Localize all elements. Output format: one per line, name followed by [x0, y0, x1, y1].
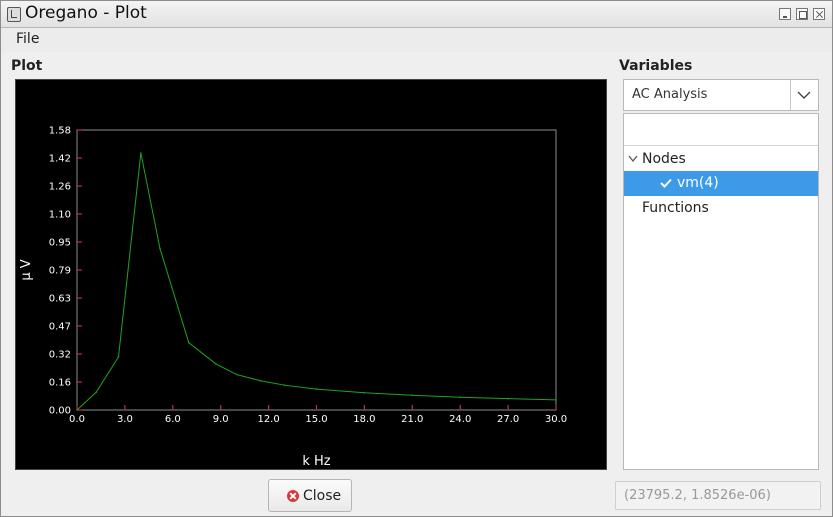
- tree-item-nodes[interactable]: Nodes: [624, 147, 818, 172]
- series-point: [363, 392, 366, 394]
- x-tick-label: 24.0: [449, 414, 471, 425]
- close-button[interactable]: Close: [268, 479, 352, 512]
- series-point: [507, 397, 509, 400]
- y-tick-label: 1.42: [49, 154, 71, 165]
- menu-bar: File: [1, 28, 832, 52]
- series-point: [259, 379, 262, 382]
- variables-section-label: Variables: [619, 58, 693, 74]
- series-point: [187, 341, 190, 344]
- x-tick-label: 21.0: [401, 414, 423, 425]
- plot-area[interactable]: 0.0 3.0 6.0 9.0 12.0 15.0 18.0 21.0 24.0 27.0 30.0…: [15, 79, 607, 470]
- series-point: [95, 391, 97, 394]
- cursor-coordinates-field: (23795.2, 1.8526e-06): [615, 481, 821, 510]
- variables-tree: Nodes vm(4) Functions: [623, 113, 819, 470]
- y-tick-label: 1.58: [49, 126, 71, 137]
- series-point: [459, 396, 462, 399]
- x-tick-label: 0.0: [69, 414, 85, 425]
- series-point: [215, 363, 217, 365]
- chevron-down-icon[interactable]: [796, 87, 812, 103]
- y-tick-label: 0.16: [49, 378, 71, 389]
- x-tick-label: 9.0: [213, 414, 229, 425]
- series-point: [235, 373, 238, 376]
- y-axis-label: μ V: [19, 259, 34, 280]
- analysis-type-value: AC Analysis: [632, 87, 708, 102]
- series-point: [283, 384, 286, 386]
- minimize-button[interactable]: [779, 8, 791, 20]
- series-point: [76, 409, 78, 411]
- series-point: [315, 388, 318, 390]
- plot-frame-border: [76, 129, 557, 411]
- x-tick-label: 27.0: [497, 414, 519, 425]
- chevron-down-icon[interactable]: [628, 155, 638, 163]
- x-tick-label: 6.0: [165, 414, 181, 425]
- x-tick-label: 30.0: [545, 414, 567, 425]
- tree-item-functions[interactable]: Functions: [624, 196, 818, 221]
- cursor-coordinates-text: (23795.2, 1.8526e-06): [624, 488, 771, 503]
- y-tick-label: 0.00: [49, 406, 71, 417]
- menu-file[interactable]: File: [16, 31, 39, 47]
- y-tick-label: 1.10: [49, 210, 71, 221]
- x-tick-label: 18.0: [353, 414, 375, 425]
- series-point: [140, 152, 142, 154]
- y-tick-label: 0.95: [49, 238, 71, 249]
- plot-section-label: Plot: [11, 58, 43, 74]
- series-point: [159, 247, 161, 250]
- dropdown-divider: [790, 80, 791, 110]
- check-icon[interactable]: [660, 178, 672, 188]
- plot-window: Oregano - Plot File Plot Variables 0.0 3.…: [0, 0, 833, 517]
- y-tick-label: 0.79: [49, 266, 71, 277]
- tree-item-functions-label: Functions: [642, 200, 709, 216]
- tree-item-vm4-label: vm(4): [677, 175, 719, 191]
- series-point: [117, 356, 120, 358]
- y-tick-label: 1.26: [49, 182, 71, 193]
- title-bar[interactable]: Oregano - Plot: [1, 1, 832, 28]
- maximize-button[interactable]: [796, 8, 808, 20]
- x-tick-label: 12.0: [257, 414, 279, 425]
- close-icon: [287, 490, 299, 502]
- analysis-type-dropdown[interactable]: AC Analysis: [623, 79, 819, 111]
- window-close-button[interactable]: [813, 8, 825, 20]
- x-tick-label: 15.0: [305, 414, 327, 425]
- series-point: [555, 399, 557, 401]
- tree-item-vm4[interactable]: vm(4): [624, 171, 818, 196]
- series-point: [411, 394, 414, 397]
- x-tick-label: 3.0: [117, 414, 133, 425]
- series-line: [76, 152, 557, 411]
- y-tick-label: 0.32: [49, 350, 71, 361]
- y-tick-label: 0.47: [49, 322, 71, 333]
- tree-search-field[interactable]: [624, 114, 818, 146]
- x-axis-label: k Hz: [302, 454, 330, 469]
- close-button-label: Close: [303, 488, 342, 504]
- y-tick-label: 0.63: [49, 294, 71, 305]
- tree-item-nodes-label: Nodes: [642, 151, 686, 167]
- window-title: Oregano - Plot: [25, 3, 147, 23]
- app-icon: [7, 7, 21, 22]
- plot-chart[interactable]: 0.0 3.0 6.0 9.0 12.0 15.0 18.0 21.0 24.0 27.0 30.0…: [16, 80, 606, 470]
